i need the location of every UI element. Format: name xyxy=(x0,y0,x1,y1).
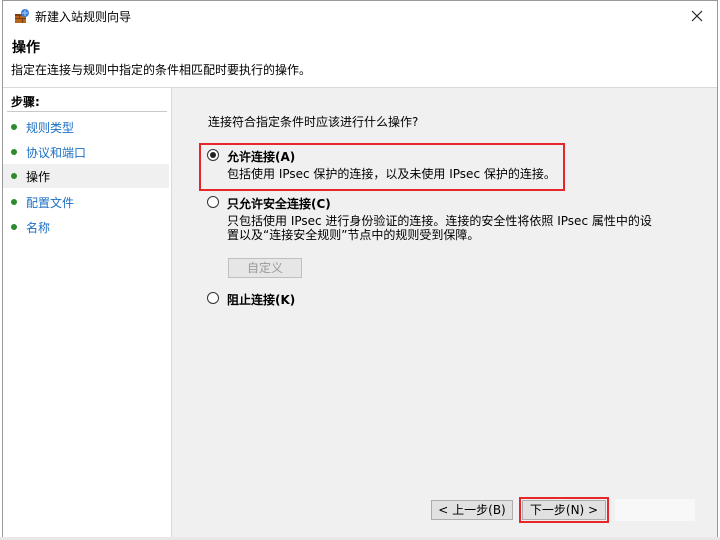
step-item-profile[interactable]: 配置文件 xyxy=(3,190,169,214)
step-item-name[interactable]: 名称 xyxy=(3,215,169,239)
step-bullet-icon xyxy=(11,224,17,230)
step-bullet-icon xyxy=(11,149,17,155)
wizard-header: 操作 指定在连接与规则中指定的条件相匹配时要执行的操作。 xyxy=(3,31,717,88)
firewall-icon xyxy=(15,9,29,23)
step-label: 协议和端口 xyxy=(26,146,87,160)
block-connection-label[interactable]: 阻止连接(K) xyxy=(227,291,295,308)
title-bar: 新建入站规则向导 xyxy=(3,1,717,31)
content-panel: 连接符合指定条件时应该进行什么操作? 允许连接(A) 包括使用 IPsec 保护… xyxy=(172,88,717,537)
allow-connection-radio[interactable] xyxy=(207,149,219,161)
step-label: 规则类型 xyxy=(26,121,75,135)
wizard-window: 新建入站规则向导 操作 指定在连接与规则中指定的条件相匹配时要执行的操作。 步骤… xyxy=(2,0,718,538)
steps-divider xyxy=(7,111,167,112)
customize-button[interactable]: 自定义 xyxy=(228,258,302,278)
close-icon[interactable] xyxy=(685,4,709,28)
step-item-rule-type[interactable]: 规则类型 xyxy=(3,115,169,139)
allow-secure-radio[interactable] xyxy=(207,196,219,208)
step-label: 配置文件 xyxy=(26,196,75,210)
window-title: 新建入站规则向导 xyxy=(35,10,132,24)
watermark-overlay xyxy=(615,499,695,521)
step-item-protocol-port[interactable]: 协议和端口 xyxy=(3,140,169,164)
page-title: 操作 xyxy=(12,40,40,56)
steps-panel: 步骤: 规则类型 协议和端口 操作 配置文件 名称 xyxy=(3,88,172,537)
block-connection-radio[interactable] xyxy=(207,292,219,304)
step-label: 操作 xyxy=(26,170,51,184)
allow-connection-description: 包括使用 IPsec 保护的连接，以及未使用 IPsec 保护的连接。 xyxy=(227,167,556,181)
step-bullet-icon xyxy=(11,124,17,130)
step-item-action[interactable]: 操作 xyxy=(3,164,169,188)
highlight-next-button xyxy=(519,497,609,523)
action-question: 连接符合指定条件时应该进行什么操作? xyxy=(208,115,419,129)
steps-title: 步骤: xyxy=(11,95,40,109)
step-bullet-icon xyxy=(11,199,17,205)
step-label: 名称 xyxy=(26,221,51,235)
page-description: 指定在连接与规则中指定的条件相匹配时要执行的操作。 xyxy=(11,63,312,77)
allow-secure-label[interactable]: 只允许安全连接(C) xyxy=(227,195,331,212)
allow-connection-label[interactable]: 允许连接(A) xyxy=(227,148,295,165)
step-bullet-icon xyxy=(11,173,17,179)
allow-secure-description-line1: 只包括使用 IPsec 进行身份验证的连接。连接的安全性将依照 IPsec 属性… xyxy=(227,214,652,228)
back-button[interactable]: < 上一步(B) xyxy=(431,500,513,520)
allow-secure-description-line2: 置以及“连接安全规则”节点中的规则受到保障。 xyxy=(227,228,480,242)
